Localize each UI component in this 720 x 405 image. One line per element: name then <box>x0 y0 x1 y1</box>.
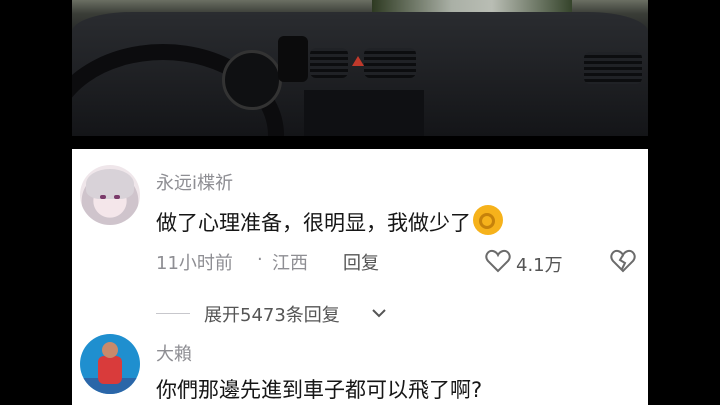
divider-line <box>156 313 190 314</box>
avatar[interactable] <box>80 165 140 225</box>
air-vent <box>364 48 416 78</box>
avatar-hair <box>86 169 134 199</box>
ok-hand-icon <box>473 205 503 235</box>
avatar[interactable] <box>80 334 140 394</box>
heart-icon[interactable] <box>485 249 511 273</box>
avatar-eye <box>114 195 120 199</box>
avatar-body <box>98 356 122 384</box>
comment-text-content: 做了心理准备，很明显，我做少了 <box>156 211 471 235</box>
speedometer <box>222 50 282 110</box>
video-frame[interactable] <box>72 0 648 136</box>
center-console <box>304 90 424 136</box>
phone-mount <box>278 36 308 82</box>
reply-button[interactable]: 回复 <box>343 249 379 275</box>
comment-username[interactable]: 永远i楪祈 <box>156 169 233 195</box>
expand-replies-button[interactable]: 展开5473条回复 <box>204 301 340 327</box>
comment-location: 江西 <box>272 253 308 274</box>
chevron-down-icon[interactable] <box>370 304 388 322</box>
avatar-head <box>102 342 118 358</box>
comment-time: 11小时前 <box>156 253 233 274</box>
comment-text[interactable]: 做了心理准备，很明显，我做少了 <box>156 205 503 237</box>
avatar-eye <box>100 195 106 199</box>
comment-text[interactable]: 你們那邊先進到車子都可以飛了啊? <box>156 374 482 404</box>
comments-panel: 永远i楪祈 做了心理准备，很明显，我做少了 11小时前 · 江西 回复 4.1万… <box>72 149 648 405</box>
like-count: 4.1万 <box>516 255 563 276</box>
meta-separator: · <box>257 249 263 270</box>
air-vent <box>584 52 642 84</box>
broken-heart-icon[interactable] <box>610 249 636 273</box>
hazard-button <box>352 56 364 66</box>
comment-username[interactable]: 大賴 <box>156 340 192 366</box>
air-vent <box>310 48 348 78</box>
